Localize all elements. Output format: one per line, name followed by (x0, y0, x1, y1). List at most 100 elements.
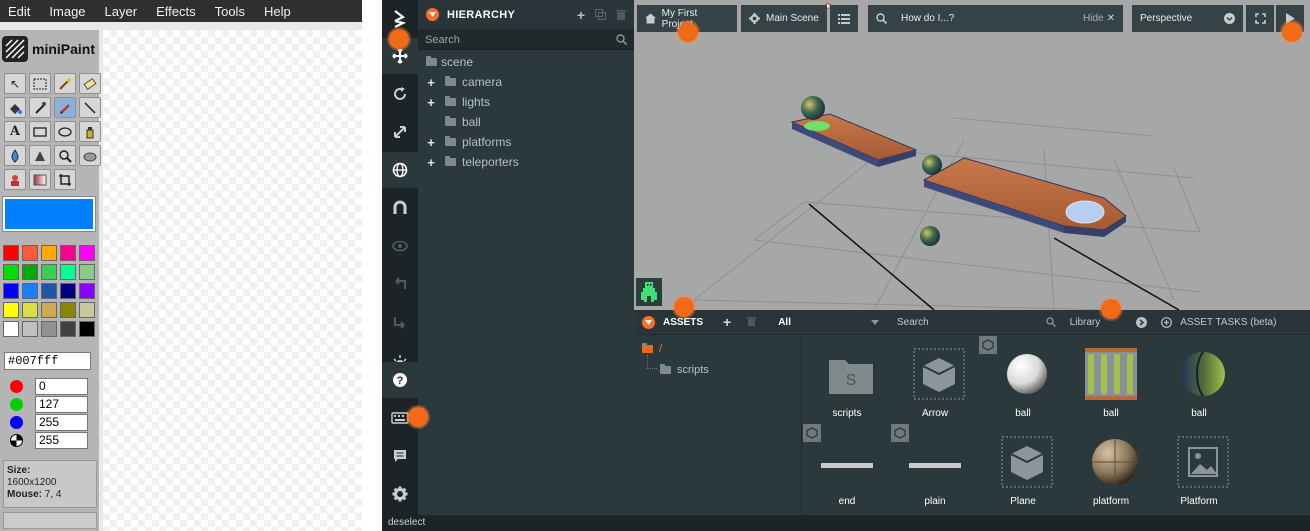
palette-swatch[interactable] (22, 302, 38, 318)
palette-swatch[interactable] (79, 283, 95, 299)
palette-swatch[interactable] (22, 321, 38, 337)
expand-plus-icon[interactable]: + (426, 95, 436, 110)
hint-marker-icon[interactable] (674, 297, 694, 317)
next-arrow-icon[interactable] (1136, 316, 1148, 328)
palette-swatch[interactable] (41, 264, 57, 280)
palette-swatch[interactable] (3, 321, 19, 337)
expand-plus-icon[interactable]: + (426, 135, 436, 150)
crop-tool-icon[interactable] (54, 169, 76, 190)
tree-item-teleporters[interactable]: + teleporters (418, 152, 634, 172)
eraser-tool-icon[interactable] (79, 73, 101, 94)
fullscreen-button[interactable] (1246, 5, 1274, 32)
duplicate-entity-icon[interactable] (595, 7, 606, 23)
color-picker-tool-icon[interactable] (29, 97, 51, 118)
delete-asset-icon[interactable] (747, 313, 757, 331)
palette-swatch[interactable] (79, 245, 95, 261)
scene-button[interactable]: Main Scene (741, 5, 827, 32)
palette-swatch[interactable] (79, 302, 95, 318)
expand-plus-icon[interactable]: + (426, 155, 436, 170)
delete-entity-icon[interactable] (616, 7, 626, 23)
settings-gear-icon[interactable] (382, 476, 418, 512)
asset-item-platform-material[interactable]: platform (1071, 432, 1151, 512)
tree-item-lights[interactable]: + lights (418, 92, 634, 112)
world-space-icon[interactable] (382, 152, 418, 188)
close-icon[interactable]: ✕ (1107, 13, 1115, 24)
pencil-tool-icon[interactable] (54, 97, 76, 118)
asset-item-ball-texture[interactable]: ball (1071, 344, 1151, 424)
palette-swatch[interactable] (60, 283, 76, 299)
asset-item-plain[interactable]: plain (895, 432, 975, 512)
green-channel-input[interactable]: 127 (35, 395, 88, 413)
help-icon[interactable]: ? (382, 362, 418, 398)
tree-item-platforms[interactable]: + platforms (418, 132, 634, 152)
camera-select[interactable]: Perspective (1132, 5, 1243, 32)
spray-tool-icon[interactable] (79, 121, 101, 142)
menu-effects[interactable]: Effects (154, 4, 198, 19)
palette-swatch[interactable] (41, 302, 57, 318)
palette-swatch[interactable] (3, 245, 19, 261)
asset-item-end[interactable]: end (807, 432, 887, 512)
palette-swatch[interactable] (3, 302, 19, 318)
menu-image[interactable]: Image (47, 4, 87, 19)
feedback-chat-icon[interactable] (382, 438, 418, 474)
add-asset-icon[interactable]: + (723, 314, 731, 330)
select-tool-icon[interactable]: ↖ (4, 73, 26, 94)
menu-tools[interactable]: Tools (213, 4, 247, 19)
asset-item-scripts[interactable]: S scripts (807, 344, 887, 424)
menu-help[interactable]: Help (262, 4, 293, 19)
help-hide-button[interactable]: Hide (1083, 13, 1104, 24)
blue-channel-input[interactable]: 255 (35, 413, 88, 431)
text-tool-icon[interactable]: A (4, 121, 26, 142)
palette-swatch[interactable] (22, 283, 38, 299)
asset-item-arrow[interactable]: Arrow (895, 344, 975, 424)
asset-item-ball-model[interactable]: ball (983, 344, 1063, 424)
desaturate-tool-icon[interactable] (79, 145, 101, 166)
tree-item-camera[interactable]: + camera (418, 72, 634, 92)
ellipse-tool-icon[interactable] (54, 121, 76, 142)
rectangle-tool-icon[interactable] (29, 121, 51, 142)
scale-tool-icon[interactable] (382, 114, 418, 150)
hint-marker-icon[interactable] (408, 407, 428, 427)
palette-swatch[interactable] (79, 321, 95, 337)
drawing-canvas[interactable] (103, 30, 362, 531)
add-circle-icon[interactable] (1161, 316, 1173, 328)
asset-item-ball-material[interactable]: ball (1159, 344, 1239, 424)
snap-magnet-icon[interactable] (382, 190, 418, 226)
palette-swatch[interactable] (60, 321, 76, 337)
focus-eye-icon[interactable] (382, 228, 418, 264)
palette-swatch[interactable] (60, 264, 76, 280)
palette-swatch[interactable] (60, 302, 76, 318)
palette-swatch[interactable] (3, 283, 19, 299)
hint-marker-icon[interactable] (1101, 299, 1121, 319)
asset-folder-scripts[interactable]: scripts (660, 364, 709, 376)
palette-swatch[interactable] (22, 264, 38, 280)
palette-swatch[interactable] (41, 321, 57, 337)
current-color-preview[interactable] (2, 196, 96, 232)
asset-search-placeholder[interactable]: Search (897, 317, 929, 328)
magic-wand-tool-icon[interactable] (54, 73, 76, 94)
hint-marker-icon[interactable] (678, 22, 698, 42)
palette-swatch[interactable] (60, 245, 76, 261)
sharpen-tool-icon[interactable] (29, 145, 51, 166)
redo-icon[interactable] (382, 304, 418, 340)
clone-tool-icon[interactable] (4, 169, 26, 190)
help-search-input[interactable]: How do I...? Hide ✕ (868, 5, 1123, 32)
library-button[interactable]: Library (1070, 317, 1101, 328)
hint-marker-icon[interactable] (389, 29, 409, 49)
line-tool-icon[interactable] (79, 97, 101, 118)
fill-tool-icon[interactable] (4, 97, 26, 118)
tree-item-scene[interactable]: scene (418, 52, 634, 72)
collapse-caret-icon[interactable] (426, 8, 439, 21)
rect-select-tool-icon[interactable] (29, 73, 51, 94)
blur-tool-icon[interactable] (4, 145, 26, 166)
asset-folder-root[interactable]: / (642, 343, 662, 355)
asset-item-plane[interactable]: Plane (983, 432, 1063, 512)
hex-color-input[interactable]: #007fff (4, 352, 91, 370)
palette-swatch[interactable] (41, 245, 57, 261)
palette-swatch[interactable] (3, 264, 19, 280)
hint-marker-icon[interactable] (1282, 22, 1302, 42)
menu-edit[interactable]: Edit (6, 4, 32, 19)
asset-item-platform-texture[interactable]: Platform (1159, 432, 1239, 512)
hierarchy-search-input[interactable]: Search (418, 30, 634, 50)
collapse-caret-icon[interactable] (642, 315, 655, 329)
